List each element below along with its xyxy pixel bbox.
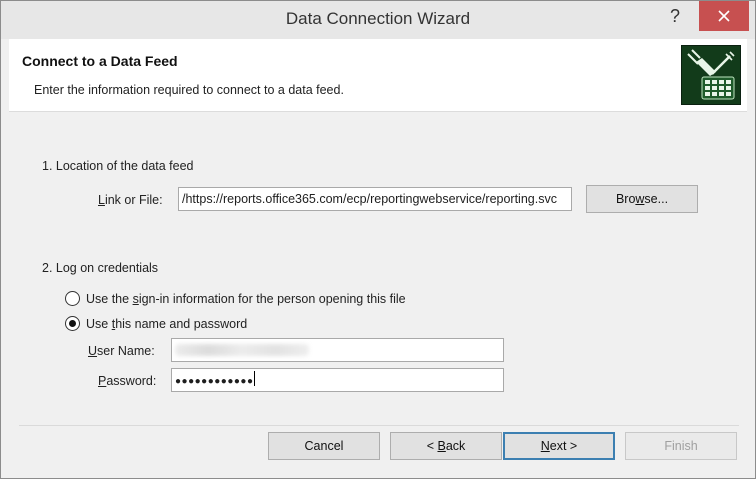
data-feed-url-value: https://reports.office365.com/ecp/report… (182, 192, 557, 206)
wizard-body: 1. Location of the data feed Link or Fil… (9, 112, 747, 423)
data-feed-url-input[interactable]: https://reports.office365.com/ecp/report… (178, 187, 572, 211)
page-subtitle: Enter the information required to connec… (34, 83, 344, 97)
back-button[interactable]: < Back (390, 432, 502, 460)
cancel-button[interactable]: Cancel (268, 432, 380, 460)
name-password-radio[interactable] (65, 316, 80, 331)
credentials-section-label: 2. Log on credentials (42, 261, 159, 275)
name-password-label[interactable]: Use this name and password (86, 317, 247, 331)
next-button[interactable]: Next > (503, 432, 615, 460)
data-feed-plug-icon (681, 45, 741, 105)
username-input[interactable] (171, 338, 504, 362)
footer-divider (19, 425, 739, 426)
close-button[interactable] (699, 1, 749, 31)
window-title: Data Connection Wizard (285, 9, 471, 28)
text-caret (254, 371, 256, 386)
wizard-window: Data Connection Wizard ? Connect to a Da… (0, 0, 756, 479)
browse-button[interactable]: Browse... (586, 185, 698, 213)
password-mask: ●●●●●●●●●●●● (175, 376, 254, 387)
finish-button[interactable]: Finish (625, 432, 737, 460)
wizard-header: Connect to a Data Feed Enter the informa… (9, 39, 747, 112)
page-title: Connect to a Data Feed (22, 53, 178, 69)
location-section-label: 1. Location of the data feed (42, 159, 194, 173)
redacted-username (175, 344, 309, 356)
password-input[interactable]: ●●●●●●●●●●●● (171, 368, 504, 392)
help-button[interactable]: ? (653, 1, 697, 31)
username-label: User Name: (88, 344, 155, 358)
sign-in-info-radio[interactable] (65, 291, 80, 306)
title-bar[interactable]: Data Connection Wizard ? (1, 1, 755, 39)
link-or-file-label: Link or File: (98, 193, 163, 207)
sign-in-info-label[interactable]: Use the sign-in information for the pers… (86, 292, 406, 306)
close-icon (718, 10, 730, 22)
password-label: Password: (98, 374, 157, 388)
